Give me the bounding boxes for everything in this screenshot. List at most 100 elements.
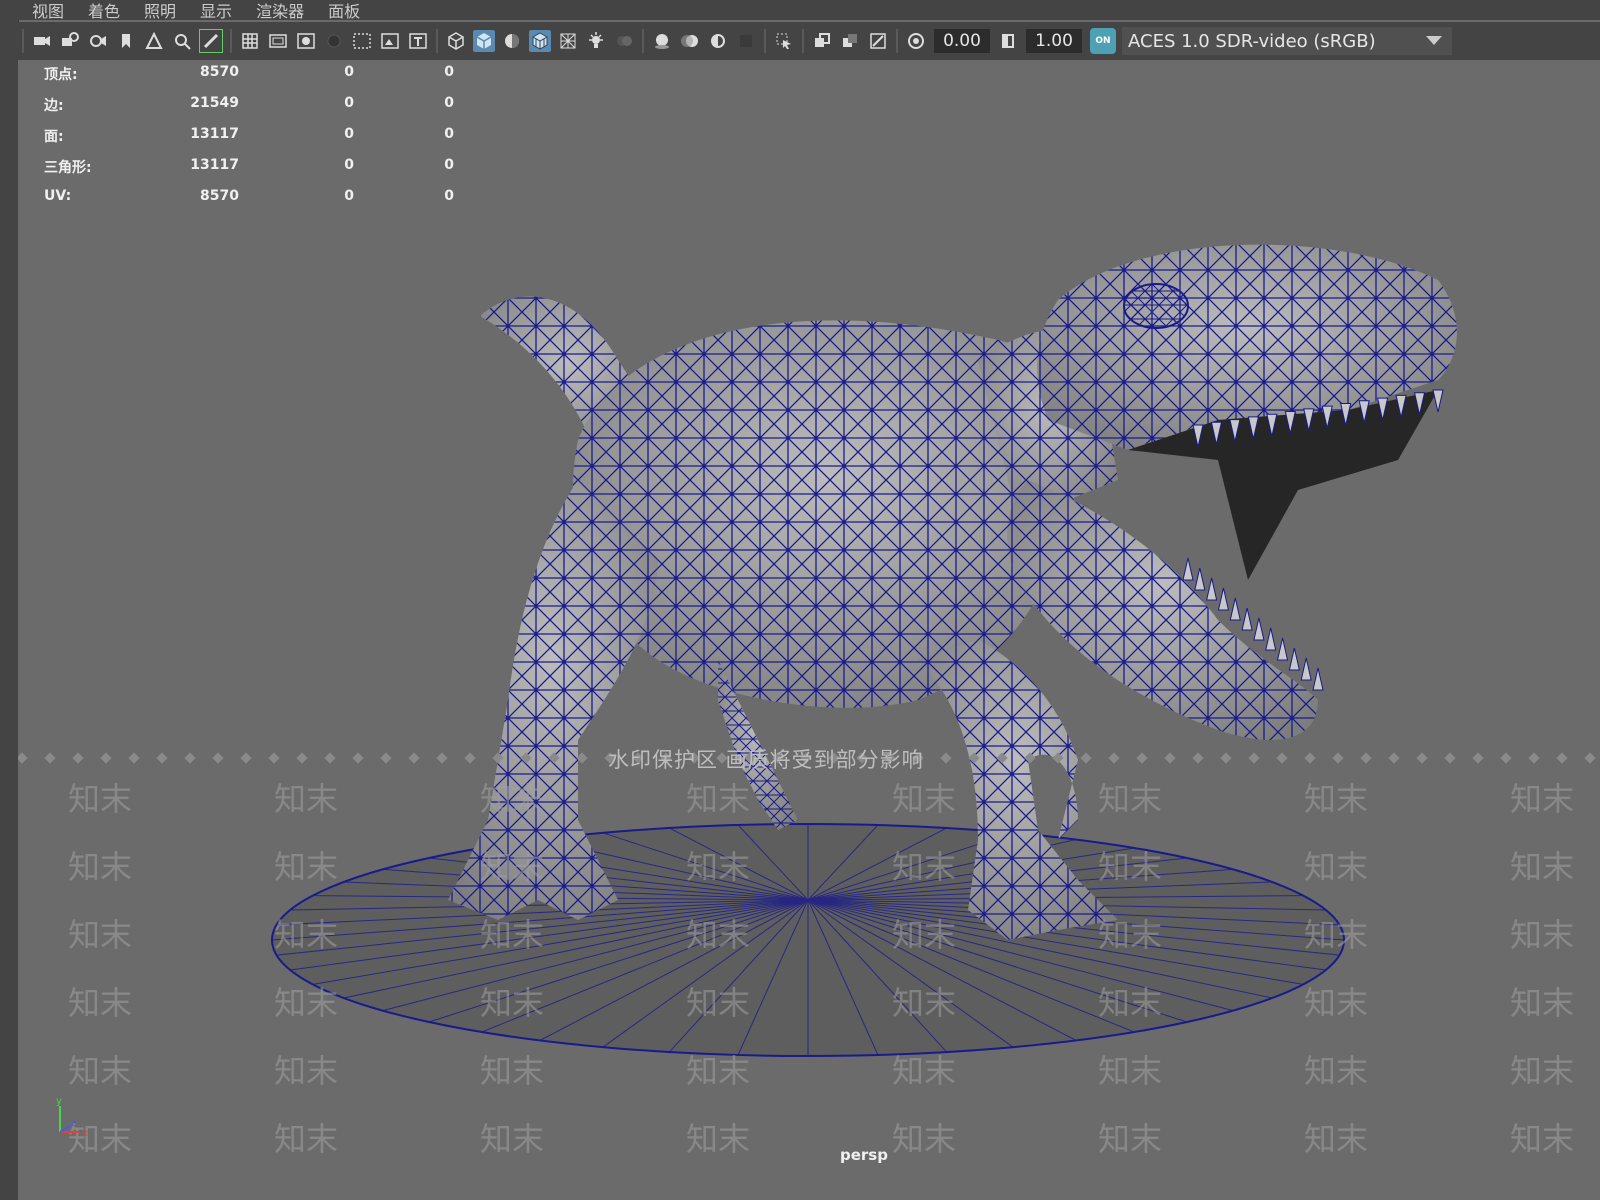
toolbar-separator [896, 29, 898, 53]
wireframe-on-shaded-icon[interactable] [529, 30, 551, 52]
gamma-icon[interactable] [997, 30, 1019, 52]
field-chart-icon[interactable] [351, 30, 373, 52]
watermark-dot [1444, 752, 1456, 764]
hud-value: 0 [444, 126, 454, 142]
tooth [1276, 637, 1289, 661]
watermark-dot [436, 752, 448, 764]
menu-renderer[interactable]: 渲染器 [256, 0, 304, 22]
wireframe-icon[interactable] [445, 30, 467, 52]
resolution-gate-icon[interactable] [295, 30, 317, 52]
watermark-dot [1136, 752, 1148, 764]
watermark-dot [940, 752, 952, 764]
watermark-dot [464, 752, 476, 764]
hud-value: 0 [444, 95, 454, 111]
watermark-dot [520, 752, 532, 764]
bookmark-icon[interactable] [115, 30, 137, 52]
depth-of-field-icon[interactable] [735, 30, 757, 52]
axis-x-label: x [82, 1128, 88, 1139]
panel-toolbar: 0.00 1.00 ON ACES 1.0 SDR-video (sRGB) [18, 22, 1600, 61]
watermark-dot [1276, 752, 1288, 764]
watermark-dot [156, 752, 168, 764]
watermark-dot [1416, 752, 1428, 764]
ground-disc[interactable] [271, 823, 1345, 1057]
image-plane-icon[interactable] [143, 30, 165, 52]
xray-icon[interactable] [811, 30, 833, 52]
hud-row-vertices: 顶点: 8570 0 0 [44, 64, 464, 95]
watermark-dot [296, 752, 308, 764]
tooth [1300, 657, 1312, 681]
scene-canvas [271, 244, 1457, 1057]
watermark-dot [352, 752, 364, 764]
camera-attributes-icon[interactable] [87, 30, 109, 52]
gamma-field[interactable]: 1.00 [1026, 29, 1082, 53]
motion-blur-icon[interactable] [679, 30, 701, 52]
use-default-material-icon[interactable] [501, 30, 523, 52]
watermark-dot [492, 752, 504, 764]
safe-action-icon[interactable] [379, 30, 401, 52]
camera-name-label: persp [840, 1146, 888, 1164]
menu-view[interactable]: 视图 [32, 0, 64, 22]
axis-gizmo-icon: y x z [56, 1096, 88, 1139]
tooth [1432, 389, 1444, 413]
exposure-icon[interactable] [905, 30, 927, 52]
2d-pan-zoom-icon[interactable] [171, 30, 193, 52]
use-all-lights-icon[interactable] [585, 30, 607, 52]
xray-joints-icon[interactable] [867, 30, 889, 52]
multisample-aa-icon[interactable] [707, 30, 729, 52]
menu-lighting[interactable]: 照明 [144, 0, 176, 22]
grid-icon[interactable] [239, 30, 261, 52]
watermark-dot [1052, 752, 1064, 764]
watermark-dot [548, 752, 560, 764]
watermark-dot [44, 752, 56, 764]
screen-space-ao-icon[interactable] [651, 30, 673, 52]
watermark-dot [1248, 752, 1260, 764]
hud-value: 13117 [190, 157, 239, 173]
watermark-dot [72, 752, 84, 764]
3d-viewport[interactable]: 水印保护区 画质将受到部分影响 知末 知末 知末 知末 知末 知末 知末 知末 知末 知末 知末 知末… [18, 60, 1600, 1200]
watermark-dot [408, 752, 420, 764]
film-gate-icon[interactable] [267, 30, 289, 52]
hud-value: 0 [444, 188, 454, 204]
grease-pencil-icon[interactable] [199, 29, 223, 53]
watermark-dot [1164, 752, 1176, 764]
menu-shading[interactable]: 着色 [88, 0, 120, 22]
shadows-icon[interactable] [613, 30, 635, 52]
watermark-dot [1220, 752, 1232, 764]
toolbar-separator [764, 29, 766, 53]
watermark-dot [1500, 752, 1512, 764]
exposure-field[interactable]: 0.00 [934, 29, 990, 53]
watermark-dot [1332, 752, 1344, 764]
tooth [1194, 567, 1206, 591]
hud-value: 0 [444, 157, 454, 173]
gate-mask-icon[interactable] [323, 30, 345, 52]
select-camera-icon[interactable] [31, 30, 53, 52]
menu-panels[interactable]: 面板 [328, 0, 360, 22]
safe-title-icon[interactable] [407, 30, 429, 52]
hud-row-uvs: UV: 8570 0 0 [44, 188, 464, 219]
watermark-dot [1080, 752, 1092, 764]
toolbar-separator [230, 29, 232, 53]
tooth [1253, 617, 1265, 641]
watermark-dot [1472, 752, 1484, 764]
hud-value: 0 [344, 64, 354, 80]
menu-show[interactable]: 显示 [200, 0, 232, 22]
smooth-shade-all-icon[interactable] [473, 30, 495, 52]
lock-camera-icon[interactable] [59, 30, 81, 52]
isolate-select-icon[interactable] [773, 30, 795, 52]
textured-icon[interactable] [557, 30, 579, 52]
color-space-dropdown[interactable]: ACES 1.0 SDR-video (sRGB) [1122, 27, 1452, 55]
hud-value: 21549 [190, 95, 239, 111]
watermark-dot [1556, 752, 1568, 764]
left-panel-strip [0, 0, 19, 1200]
hud-row-edges: 边: 21549 0 0 [44, 95, 464, 126]
watermark-dot [268, 752, 280, 764]
tooth [1241, 607, 1253, 631]
xray-active-components-icon[interactable] [839, 30, 861, 52]
color-management-toggle[interactable]: ON [1090, 28, 1116, 54]
poly-count-hud: 顶点: 8570 0 0 边: 21549 0 0 面: 13117 0 0 三… [44, 64, 464, 219]
panel-menubar: 视图 着色 照明 显示 渲染器 面板 [18, 0, 1600, 22]
tooth [1288, 647, 1300, 671]
color-space-label: ACES 1.0 SDR-video (sRGB) [1128, 30, 1376, 52]
watermark-dot [1304, 752, 1316, 764]
tooth [1229, 597, 1241, 621]
